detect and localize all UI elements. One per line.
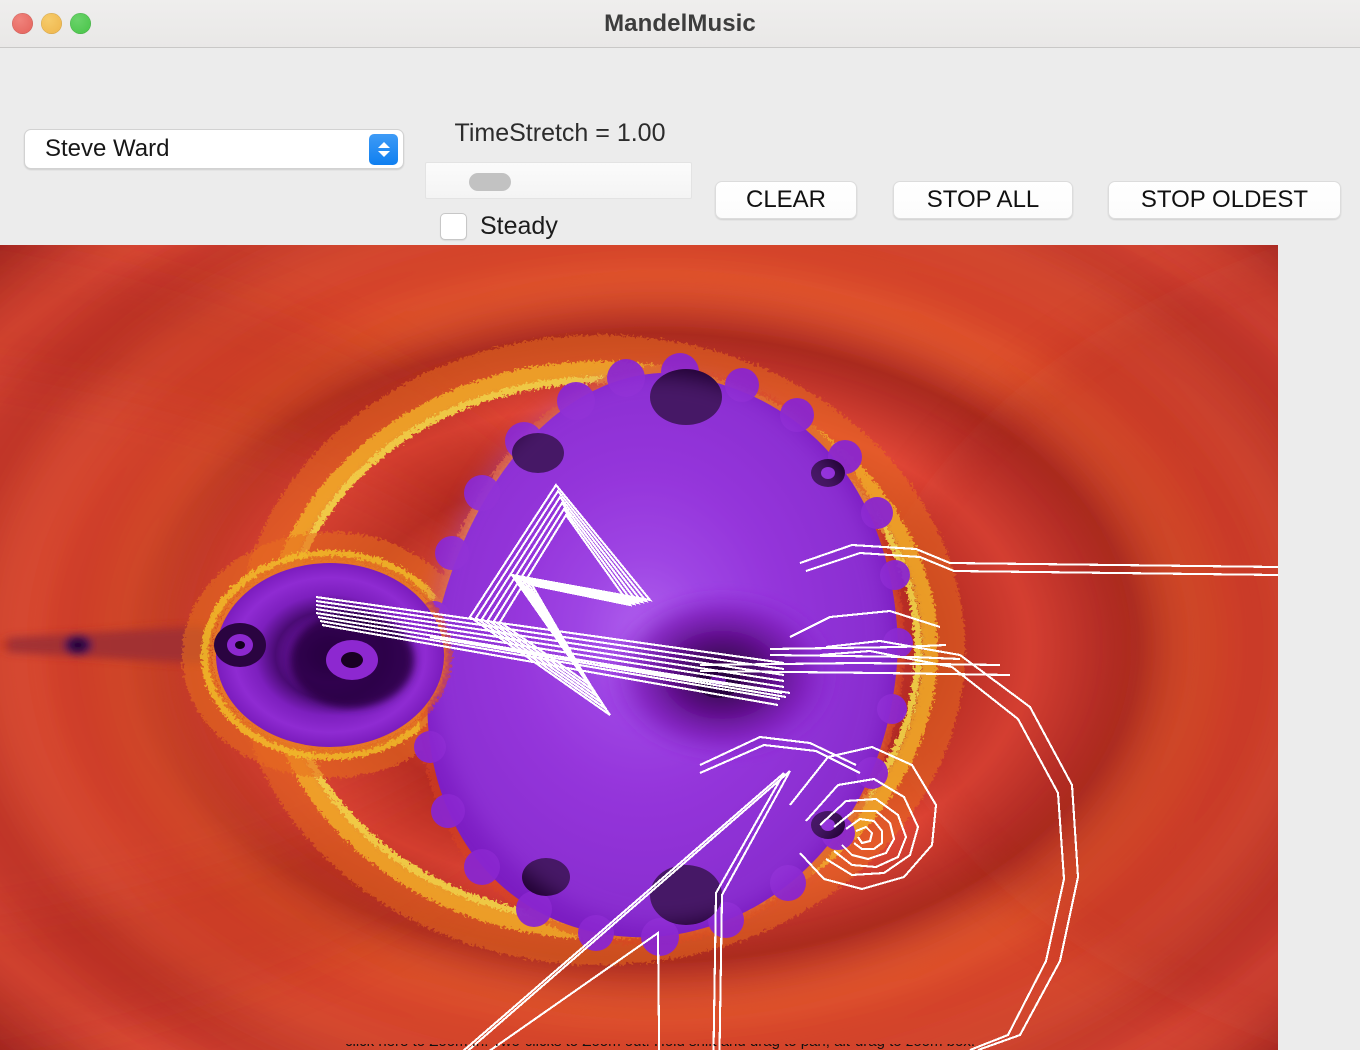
steady-checkbox[interactable] <box>440 213 467 240</box>
mandelmusic-window: MandelMusic Steve Ward TimeStretch = 1.0… <box>0 0 1360 1050</box>
steady-checkbox-label: Steady <box>480 212 558 240</box>
stop-oldest-button[interactable]: STOP OLDEST <box>1108 181 1341 219</box>
minimize-window-icon[interactable] <box>41 13 62 34</box>
time-stretch-slider-thumb[interactable] <box>469 173 511 191</box>
mandelbrot-fractal-view[interactable] <box>0 245 1278 1050</box>
steady-checkbox-row[interactable]: Steady <box>440 212 558 241</box>
stop-all-button[interactable]: STOP ALL <box>893 181 1073 219</box>
voice-select-value: Steve Ward <box>45 135 170 162</box>
control-panel: Steve Ward TimeStretch = 1.00 Steady CLE… <box>0 49 1360 245</box>
maximize-window-icon[interactable] <box>70 13 91 34</box>
traffic-light-group <box>12 13 91 34</box>
status-bar: click here to Zoom In. Two-clicks to Zoo… <box>0 1044 1278 1050</box>
status-bar-text: click here to Zoom In. Two-clicks to Zoo… <box>345 1044 975 1050</box>
clear-button[interactable]: CLEAR <box>715 181 857 219</box>
close-window-icon[interactable] <box>12 13 33 34</box>
time-stretch-slider[interactable] <box>425 162 692 199</box>
chevron-up-down-icon[interactable] <box>369 134 398 165</box>
window-title: MandelMusic <box>604 10 756 37</box>
voice-select[interactable]: Steve Ward <box>24 129 404 169</box>
time-stretch-label: TimeStretch = 1.00 <box>454 119 666 147</box>
window-titlebar: MandelMusic <box>0 0 1360 48</box>
